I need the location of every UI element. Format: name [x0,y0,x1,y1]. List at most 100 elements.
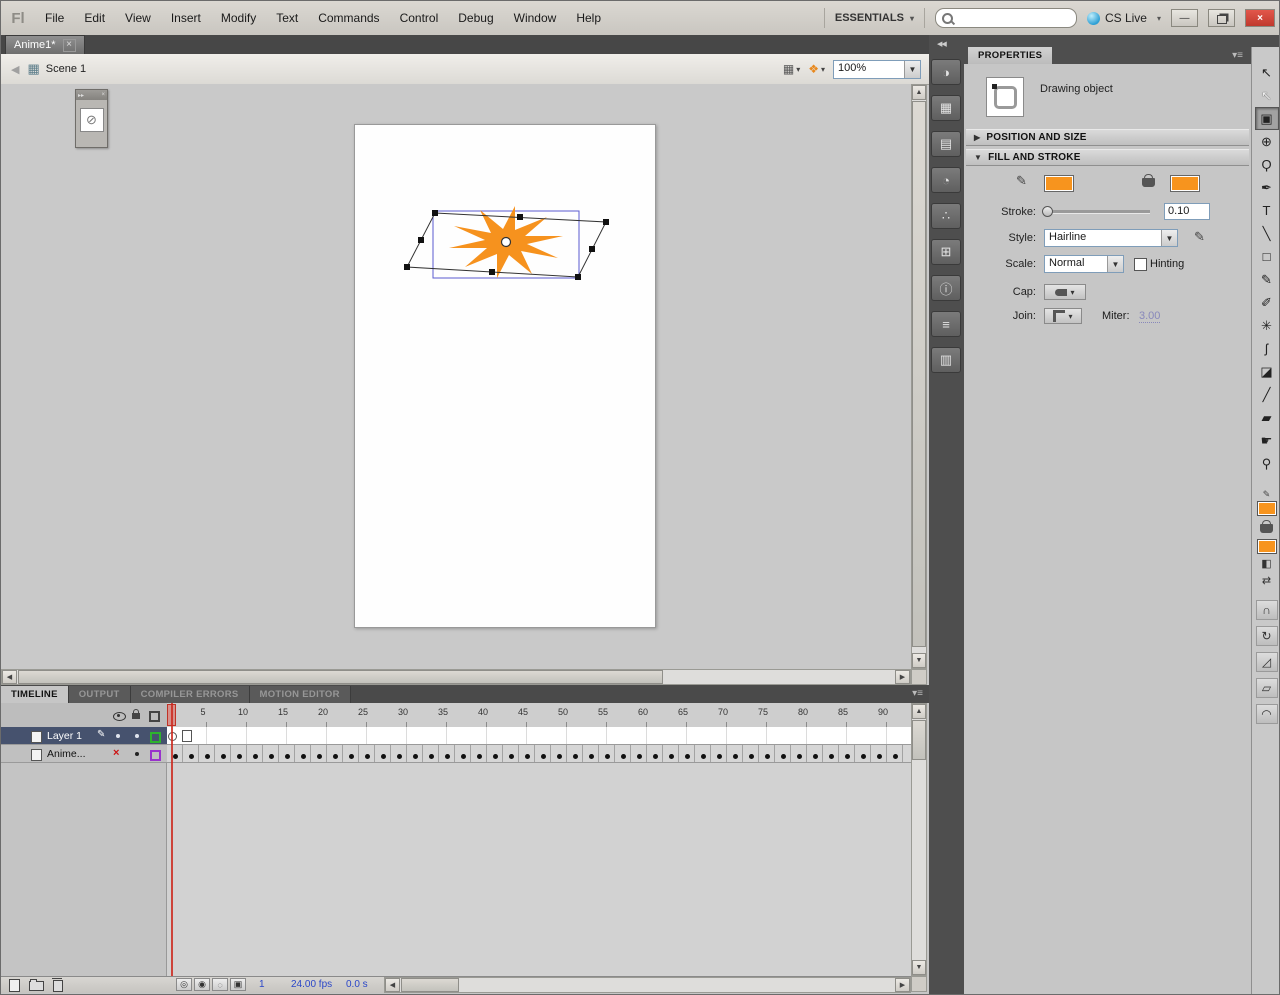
selected-drawing-object[interactable] [331,111,651,301]
fill-color-swatch[interactable] [1170,175,1200,192]
keyframe-dot[interactable] [828,754,834,759]
pasteboard[interactable]: ▸▸ × ⊘ [1,84,911,669]
lasso-tool[interactable]: Ϙ [1255,153,1279,176]
keyframe-dot[interactable] [364,754,370,759]
hidden-x-icon[interactable]: × [113,747,119,759]
eye-icon[interactable] [113,712,126,721]
menu-control[interactable]: Control [390,2,449,35]
layer-name-cell-anime[interactable]: Anime... × [1,745,167,763]
hinting-checkbox[interactable] [1134,258,1147,271]
tab-close-icon[interactable]: × [62,38,76,52]
frame-ruler[interactable]: 5 10 15 20 25 30 35 40 45 50 55 60 65 70 75 80 85 90 [167,703,911,728]
transform-center-point[interactable] [500,236,512,248]
scroll-thumb[interactable] [912,101,926,647]
swap-colors-button[interactable]: ⇄ [1257,573,1277,588]
keyframe-dot[interactable] [892,754,898,759]
menu-help[interactable]: Help [566,2,611,35]
dropdown-arrow-icon[interactable]: ▼ [1107,256,1123,272]
delete-layer-button[interactable] [52,978,63,992]
kuler-panel-icon[interactable]: ◔ [931,167,961,193]
keyframe-dot[interactable] [620,754,626,759]
search-box[interactable] [934,8,1077,28]
eyedropper-tool[interactable]: ╱ [1255,383,1279,406]
floating-panel[interactable]: ▸▸ × ⊘ [75,89,108,148]
timeline-vertical-scrollbar[interactable]: ▲ ▼ [911,703,927,976]
deco-tool[interactable]: ✳ [1255,314,1279,337]
frames-anime[interactable] [167,745,911,763]
pencil-tool[interactable]: ✎ [1255,268,1279,291]
keyframe-dot[interactable] [348,754,354,759]
scroll-down-icon[interactable]: ▼ [912,960,926,975]
keyframe-dot[interactable] [236,754,242,759]
playhead-line[interactable] [171,703,173,976]
section-fill-and-stroke[interactable]: ▼ FILL AND STROKE [966,149,1249,166]
cs-live-button[interactable]: CS Live [1086,11,1147,25]
keyframe-dot[interactable] [172,754,178,759]
keyframe-dot[interactable] [220,754,226,759]
menu-insert[interactable]: Insert [161,2,211,35]
minimize-button[interactable]: — [1171,9,1198,27]
align-panel-icon[interactable]: ≡ [931,311,961,337]
close-icon[interactable]: × [101,92,105,98]
edit-symbols-button[interactable]: ❖ ▾ [808,62,825,76]
tool-fill-color-swatch[interactable] [1256,539,1277,554]
frame-rate-readout[interactable]: 24.00 fps [291,979,332,990]
disclosure-triangle-icon[interactable]: ▼ [974,153,982,162]
center-frame-button[interactable]: ◎ [176,978,192,991]
info-panel-icon[interactable]: ⓘ [931,275,961,301]
new-folder-button[interactable] [29,979,44,991]
no-symbol-button[interactable]: ⊘ [79,108,104,132]
text-tool[interactable]: T [1255,199,1279,222]
layer-outline-color-swatch[interactable] [150,750,161,761]
section-position-and-size[interactable]: ▶ POSITION AND SIZE [966,129,1249,146]
keyframe-dot[interactable] [204,754,210,759]
subselection-tool[interactable]: ↖ [1255,84,1279,107]
layer-row[interactable]: Layer 1 ✎ [1,727,911,745]
menu-debug[interactable]: Debug [448,2,503,35]
document-tab[interactable]: Anime1* × [5,35,85,54]
edit-multiple-frames-button[interactable]: ▣ [230,978,246,991]
keyframe-dot[interactable] [284,754,290,759]
stroke-style-select[interactable]: Hairline ▼ [1044,229,1178,247]
new-layer-button[interactable] [9,979,20,992]
stroke-slider[interactable] [1044,210,1150,214]
brush-tool[interactable]: ✐ [1255,291,1279,314]
lock-icon[interactable] [132,709,140,719]
keyframe-dot[interactable] [812,754,818,759]
timeline-tab-motion-editor[interactable]: MOTION EDITOR [249,686,351,703]
keyframe-dot[interactable] [252,754,258,759]
search-input[interactable] [956,11,1061,25]
zoom-tool[interactable]: ⚲ [1255,452,1279,475]
keyframe-dot[interactable] [268,754,274,759]
menu-modify[interactable]: Modify [211,2,266,35]
keyframe-dot[interactable] [780,754,786,759]
lock-dot[interactable] [135,734,139,738]
timeline-tab-output[interactable]: OUTPUT [68,686,131,703]
stroke-height-input[interactable]: 0.10 [1164,203,1210,220]
styles-panel-icon[interactable]: ▤ [931,131,961,157]
keyframe-dot[interactable] [476,754,482,759]
scroll-up-icon[interactable]: ▲ [912,85,926,100]
scroll-thumb[interactable] [401,978,459,992]
keyframe-dot[interactable] [508,754,514,759]
keyframe-dot[interactable] [796,754,802,759]
layer-row[interactable]: Anime... × [1,745,911,763]
pen-tool[interactable]: ✒ [1255,176,1279,199]
layer-name[interactable]: Anime... [47,748,86,760]
disclosure-triangle-icon[interactable]: ▶ [974,133,980,142]
swatches-panel-icon[interactable]: ▦ [931,95,961,121]
rectangle-tool[interactable]: □ [1255,245,1279,268]
hand-tool[interactable]: ☛ [1255,429,1279,452]
menu-text[interactable]: Text [266,2,308,35]
keyframe-dot[interactable] [732,754,738,759]
selection-tool[interactable]: ↖ [1255,61,1279,84]
current-frame-readout[interactable]: 1 [259,979,265,990]
keyframe-dot[interactable] [540,754,546,759]
workspace-switcher[interactable]: ESSENTIALS ▾ [835,12,914,24]
layer-name[interactable]: Layer 1 [47,730,82,742]
keyframe-dot[interactable] [588,754,594,759]
stage-vertical-scrollbar[interactable]: ▲ ▼ [911,84,927,669]
keyframe-dot[interactable] [572,754,578,759]
keyframe-dot[interactable] [748,754,754,759]
scroll-left-icon[interactable]: ◀ [385,978,400,992]
